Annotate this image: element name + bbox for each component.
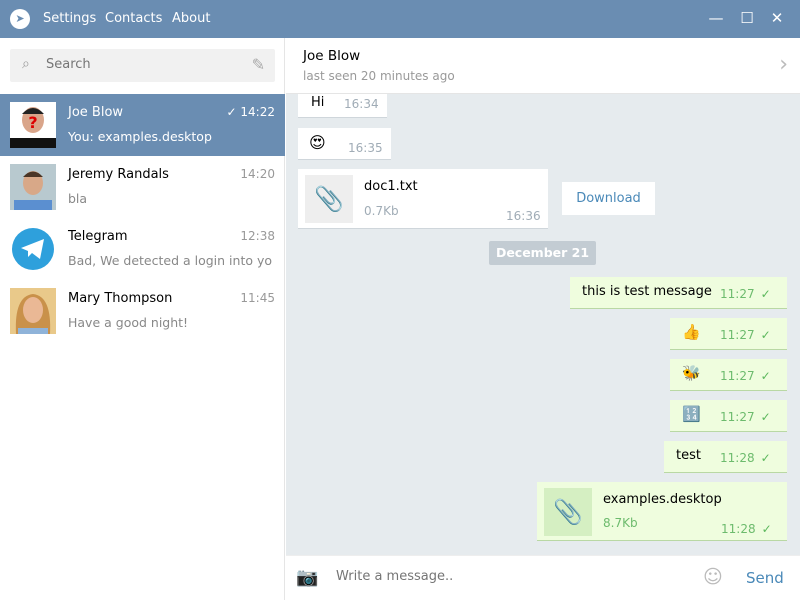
dialog-time: ✓ 14:22: [226, 105, 275, 119]
date-separator: December 21: [489, 241, 596, 265]
check-icon: ✓: [760, 287, 771, 301]
dialog-time: 12:38: [240, 229, 275, 243]
message-outgoing: 🔢 11:27 ✓: [670, 400, 787, 431]
menu-contacts[interactable]: Contacts: [105, 11, 162, 26]
message-outgoing: 👍 11:27 ✓: [670, 318, 787, 349]
read-check-icon: ✓: [226, 105, 237, 119]
dialog-jeremy-randals[interactable]: Jeremy Randals 14:20 bla: [0, 156, 285, 218]
menu-settings[interactable]: Settings: [43, 11, 96, 26]
title-bar: ➤ Settings Contacts About — ☐ ✕: [0, 0, 800, 38]
dialog-name: Joe Blow: [68, 105, 124, 120]
dialog-name: Mary Thompson: [68, 291, 173, 306]
paperclip-icon: 📎: [544, 488, 592, 536]
emoji-icon[interactable]: ☺: [703, 566, 723, 588]
check-icon: ✓: [760, 451, 771, 465]
message-list: Hi 16:34 😍 16:35 📎 doc1.txt 0.7Kb 16:36 …: [286, 94, 800, 555]
message-incoming: 😍 16:35: [298, 128, 391, 159]
message-outgoing: test 11:28 ✓: [664, 441, 787, 472]
avatar: [10, 288, 56, 334]
avatar: [10, 164, 56, 210]
check-icon: ✓: [761, 522, 772, 536]
file-size: 8.7Kb: [603, 516, 638, 530]
dialog-preview: Have a good night!: [68, 315, 189, 330]
file-name: doc1.txt: [364, 179, 418, 194]
dialog-mary-thompson[interactable]: Mary Thompson 11:45 Have a good night!: [0, 280, 285, 342]
send-button[interactable]: Send: [746, 569, 784, 587]
message-outgoing: this is test message 11:27 ✓: [570, 277, 787, 308]
message-incoming: Hi 16:34: [298, 94, 387, 117]
avatar: ?: [10, 102, 56, 148]
dialog-preview: Bad, We detected a login into yo...: [68, 253, 273, 268]
message-outgoing: 🐝 11:27 ✓: [670, 359, 787, 390]
file-size: 0.7Kb: [364, 204, 399, 218]
message-file-incoming: 📎 doc1.txt 0.7Kb 16:36: [298, 169, 548, 228]
message-input[interactable]: [336, 569, 676, 584]
message-file-outgoing: 📎 examples.desktop 8.7Kb 11:28 ✓: [537, 482, 787, 540]
chat-name: Joe Blow: [303, 48, 361, 64]
file-name[interactable]: examples.desktop: [603, 492, 722, 507]
close-icon[interactable]: ✕: [767, 9, 787, 27]
check-icon: ✓: [760, 369, 771, 383]
telegram-logo-icon: ➤: [10, 9, 30, 29]
compose-icon[interactable]: ✎: [252, 55, 265, 74]
menu-about[interactable]: About: [172, 11, 210, 26]
camera-icon[interactable]: 📷: [296, 567, 318, 588]
dialog-name: Telegram: [68, 229, 128, 244]
chat-header[interactable]: Joe Blow last seen 20 minutes ago ›: [286, 38, 800, 94]
maximize-icon[interactable]: ☐: [737, 9, 757, 27]
dialog-time: 11:45: [240, 291, 275, 305]
dialog-preview: bla: [68, 191, 88, 206]
dialog-time: 14:20: [240, 167, 275, 181]
sidebar: ⌕ ✎ ? Joe Blow ✓ 14:22 You: examples.des…: [0, 38, 285, 600]
minimize-icon[interactable]: —: [706, 9, 726, 27]
paperclip-icon: 📎: [305, 175, 353, 223]
dialog-telegram[interactable]: Telegram 12:38 Bad, We detected a login …: [0, 218, 285, 280]
chevron-right-icon[interactable]: ›: [779, 52, 788, 77]
dialog-name: Jeremy Randals: [68, 167, 169, 182]
download-button[interactable]: Download: [562, 182, 655, 215]
chat-status: last seen 20 minutes ago: [303, 69, 455, 83]
dialog-preview: You: examples.desktop: [68, 129, 212, 144]
check-icon: ✓: [760, 328, 771, 342]
check-icon: ✓: [760, 410, 771, 424]
compose-bar: 📷 ☺ Send: [286, 555, 800, 600]
telegram-avatar-icon: [10, 226, 56, 272]
search-input[interactable]: [46, 57, 236, 72]
svg-text:?: ?: [28, 113, 37, 132]
search-box[interactable]: ⌕ ✎: [10, 49, 275, 82]
dialog-joe-blow[interactable]: ? Joe Blow ✓ 14:22 You: examples.desktop: [0, 94, 285, 156]
search-icon: ⌕: [22, 56, 30, 72]
